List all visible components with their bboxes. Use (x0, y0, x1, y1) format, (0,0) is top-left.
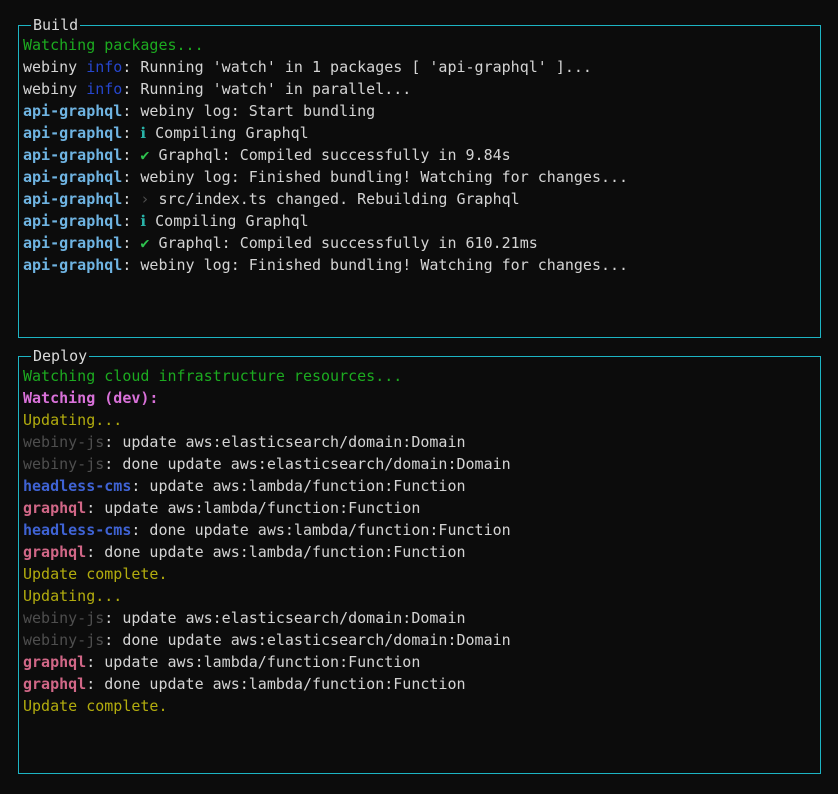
log-text: : Running 'watch' in 1 packages [ 'api-g… (122, 58, 592, 76)
log-text: : webiny log: Finished bundling! Watchin… (122, 168, 628, 186)
log-line: webiny-js: done update aws:elasticsearch… (23, 453, 816, 475)
log-line: headless-cms: done update aws:lambda/fun… (23, 519, 816, 541)
log-text: : update aws:lambda/function:Function (86, 653, 420, 671)
build-panel: Build Watching packages...webiny info: R… (18, 25, 821, 338)
log-line: graphql: update aws:lambda/function:Func… (23, 651, 816, 673)
status-text: Updating... (23, 587, 122, 605)
package-label: api-graphql (23, 212, 122, 230)
log-line: Watching packages... (23, 34, 816, 56)
package-label: api-graphql (23, 124, 122, 142)
log-text: Compiling Graphql (146, 124, 309, 142)
log-text: : update aws:lambda/function:Function (86, 499, 420, 517)
log-text: : update aws:lambda/function:Function (131, 477, 465, 495)
log-text: : (122, 190, 140, 208)
deploy-panel: Deploy Watching cloud infrastructure res… (18, 356, 821, 774)
log-text: Graphql: Compiled successfully in 9.84s (149, 146, 510, 164)
log-line: api-graphql: ℹ Compiling Graphql (23, 122, 816, 144)
log-line: webiny info: Running 'watch' in parallel… (23, 78, 816, 100)
log-line: Update complete. (23, 695, 816, 717)
log-text: : Running 'watch' in parallel... (122, 80, 411, 98)
log-text: webiny (23, 58, 86, 76)
package-label: webiny-js (23, 631, 104, 649)
status-text: Watching cloud infrastructure resources.… (23, 367, 402, 385)
log-text: : webiny log: Start bundling (122, 102, 375, 120)
log-text: : update aws:elasticsearch/domain:Domain (104, 433, 465, 451)
package-label: webiny-js (23, 455, 104, 473)
log-line: webiny-js: update aws:elasticsearch/doma… (23, 431, 816, 453)
log-line: api-graphql: ℹ Compiling Graphql (23, 210, 816, 232)
package-label: graphql (23, 653, 86, 671)
package-label: api-graphql (23, 256, 122, 274)
build-panel-title: Build (31, 15, 80, 35)
log-line: api-graphql: webiny log: Finished bundli… (23, 254, 816, 276)
log-line: headless-cms: update aws:lambda/function… (23, 475, 816, 497)
log-text: : done update aws:lambda/function:Functi… (86, 675, 465, 693)
log-line: api-graphql: › src/index.ts changed. Reb… (23, 188, 816, 210)
log-level-label: info (86, 58, 122, 76)
package-label: headless-cms (23, 477, 131, 495)
log-text: src/index.ts changed. Rebuilding Graphql (149, 190, 519, 208)
package-label: api-graphql (23, 234, 122, 252)
log-text: Compiling Graphql (146, 212, 309, 230)
status-text: Watching packages... (23, 36, 204, 54)
package-label: api-graphql (23, 168, 122, 186)
log-line: webiny-js: done update aws:elasticsearch… (23, 629, 816, 651)
deploy-panel-title: Deploy (31, 346, 89, 366)
package-label: api-graphql (23, 190, 122, 208)
package-label: headless-cms (23, 521, 131, 539)
log-text: : (122, 234, 140, 252)
package-label: webiny-js (23, 433, 104, 451)
log-text: Graphql: Compiled successfully in 610.21… (149, 234, 537, 252)
log-level-label: info (86, 80, 122, 98)
package-label: api-graphql (23, 102, 122, 120)
log-line: api-graphql: webiny log: Finished bundli… (23, 166, 816, 188)
log-line: graphql: done update aws:lambda/function… (23, 673, 816, 695)
terminal-screen: Build Watching packages... webiny info: R… (0, 0, 838, 794)
log-text: : done update aws:lambda/function:Functi… (131, 521, 510, 539)
build-log: Watching packages... webiny info: Running… (19, 26, 820, 276)
status-text: Update complete. (23, 565, 168, 583)
log-text: : (122, 146, 140, 164)
package-label: api-graphql (23, 146, 122, 164)
package-label: webiny-js (23, 609, 104, 627)
log-text: : (122, 124, 140, 142)
log-line: graphql: update aws:lambda/function:Func… (23, 497, 816, 519)
log-line: api-graphql: ✔ Graphql: Compiled success… (23, 232, 816, 254)
status-text: Update complete. (23, 697, 168, 715)
log-line: Watching cloud infrastructure resources.… (23, 365, 816, 387)
log-line: Updating... (23, 409, 816, 431)
log-text: : done update aws:elasticsearch/domain:D… (104, 631, 510, 649)
log-text: webiny (23, 80, 86, 98)
log-text: : update aws:elasticsearch/domain:Domain (104, 609, 465, 627)
package-label: graphql (23, 543, 86, 561)
log-line: graphql: done update aws:lambda/function… (23, 541, 816, 563)
log-line: webiny-js: update aws:elasticsearch/doma… (23, 607, 816, 629)
log-line: Updating... (23, 585, 816, 607)
status-text: Updating... (23, 411, 122, 429)
log-line: webiny info: Running 'watch' in 1 packag… (23, 56, 816, 78)
log-text: : webiny log: Finished bundling! Watchin… (122, 256, 628, 274)
deploy-log: Watching cloud infrastructure resources.… (19, 357, 820, 717)
log-line: api-graphql: webiny log: Start bundling (23, 100, 816, 122)
log-line: Update complete. (23, 563, 816, 585)
log-text: : (122, 212, 140, 230)
log-line: api-graphql: ✔ Graphql: Compiled success… (23, 144, 816, 166)
env-label: Watching (dev): (23, 389, 158, 407)
package-label: graphql (23, 675, 86, 693)
log-line: Watching (dev): (23, 387, 816, 409)
package-label: graphql (23, 499, 86, 517)
log-text: : done update aws:elasticsearch/domain:D… (104, 455, 510, 473)
log-text: : done update aws:lambda/function:Functi… (86, 543, 465, 561)
